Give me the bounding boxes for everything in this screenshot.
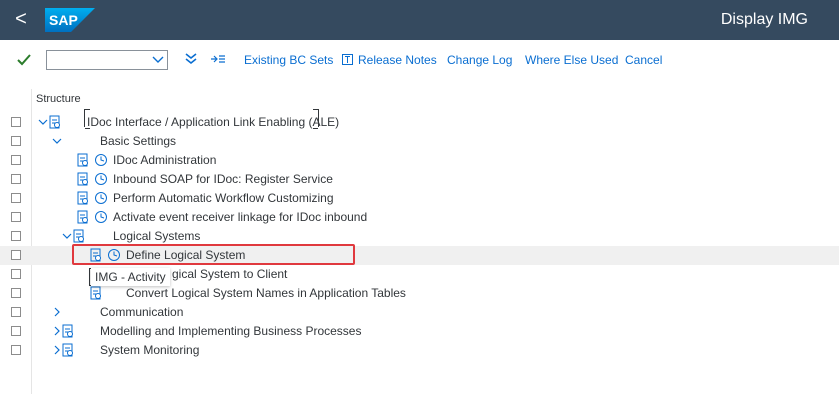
chevron-down-icon[interactable] bbox=[38, 117, 48, 127]
tree-header: Structure bbox=[0, 89, 839, 109]
row-checkbox[interactable] bbox=[11, 155, 21, 165]
release-notes-button[interactable]: Release Notes bbox=[342, 53, 437, 67]
tree-row-label: Inbound SOAP for IDoc: Register Service bbox=[113, 172, 333, 186]
tree-row-label: Basic Settings bbox=[100, 134, 177, 148]
documentation-icon[interactable] bbox=[72, 229, 86, 243]
double-chevron-down-icon[interactable] bbox=[184, 52, 198, 66]
row-checkbox[interactable] bbox=[11, 269, 21, 279]
tree-row[interactable]: Modelling and Implementing Business Proc… bbox=[0, 322, 839, 341]
tree-row[interactable]: IDoc Administration bbox=[0, 151, 839, 170]
row-checkbox[interactable] bbox=[11, 288, 21, 298]
tree-row[interactable]: Convert Logical System Names in Applicat… bbox=[0, 284, 839, 303]
tree-row[interactable]: Activate event receiver linkage for IDoc… bbox=[0, 208, 839, 227]
execute-activity-icon[interactable] bbox=[94, 210, 108, 224]
execute-activity-icon[interactable] bbox=[94, 191, 108, 205]
tree-row-label: Communication bbox=[100, 305, 184, 319]
back-button[interactable]: < bbox=[11, 8, 31, 30]
tree-row-label: Convert Logical System Names in Applicat… bbox=[126, 286, 406, 300]
row-checkbox[interactable] bbox=[11, 174, 21, 184]
tree-row[interactable]: Perform Automatic Workflow Customizing bbox=[0, 189, 839, 208]
tree-row-label: Perform Automatic Workflow Customizing bbox=[113, 191, 334, 205]
tree-row-label: gical System to Client bbox=[172, 267, 288, 281]
tree-row-selected[interactable]: Define Logical System bbox=[0, 246, 839, 265]
chevron-down-icon[interactable] bbox=[52, 136, 62, 146]
chevron-down-icon[interactable] bbox=[62, 231, 72, 241]
documentation-icon[interactable] bbox=[61, 324, 75, 338]
execute-activity-icon[interactable] bbox=[94, 153, 108, 167]
chevron-right-icon[interactable] bbox=[52, 307, 62, 317]
documentation-icon[interactable] bbox=[48, 115, 62, 129]
tree-row-label: Logical Systems bbox=[113, 229, 201, 243]
shell-header: < SAP Display IMG bbox=[0, 0, 839, 40]
documentation-icon[interactable] bbox=[89, 286, 103, 300]
change-log-button[interactable]: Change Log bbox=[447, 53, 512, 67]
execute-activity-icon[interactable] bbox=[94, 172, 108, 186]
row-checkbox[interactable] bbox=[11, 307, 21, 317]
page-title: Display IMG bbox=[720, 11, 808, 28]
tree-row-label: Modelling and Implementing Business Proc… bbox=[100, 324, 362, 338]
row-checkbox[interactable] bbox=[11, 345, 21, 355]
svg-text:SAP: SAP bbox=[49, 12, 78, 28]
row-checkbox[interactable] bbox=[11, 212, 21, 222]
row-checkbox[interactable] bbox=[11, 193, 21, 203]
tooltip: IMG - Activity bbox=[91, 268, 170, 286]
row-checkbox[interactable] bbox=[11, 250, 21, 260]
tree-row[interactable]: Inbound SOAP for IDoc: Register Service bbox=[0, 170, 839, 189]
documentation-icon[interactable] bbox=[76, 191, 90, 205]
structure-tree: Structure IDoc Interface / Application L… bbox=[0, 89, 839, 394]
row-checkbox[interactable] bbox=[11, 231, 21, 241]
documentation-icon[interactable] bbox=[76, 172, 90, 186]
documentation-icon[interactable] bbox=[61, 343, 75, 357]
chevron-down-icon[interactable] bbox=[151, 54, 165, 66]
tree-row-label: Define Logical System bbox=[126, 248, 246, 262]
execute-activity-icon[interactable] bbox=[107, 248, 121, 262]
row-checkbox[interactable] bbox=[11, 136, 21, 146]
sap-logo: SAP bbox=[45, 8, 95, 32]
documentation-icon[interactable] bbox=[89, 248, 103, 262]
existing-bc-sets-button[interactable]: Existing BC Sets bbox=[244, 53, 333, 67]
focus-frame bbox=[84, 109, 319, 129]
expand-list-icon[interactable] bbox=[210, 53, 226, 65]
row-checkbox[interactable] bbox=[11, 117, 21, 127]
where-else-used-button[interactable]: Where Else Used bbox=[525, 53, 618, 67]
info-icon bbox=[342, 54, 353, 65]
tree-row[interactable]: System Monitoring bbox=[0, 341, 839, 360]
tree-row[interactable]: Communication bbox=[0, 303, 839, 322]
tree-row[interactable]: Basic Settings bbox=[0, 132, 839, 151]
toolbar: Existing BC Sets Release Notes Change Lo… bbox=[0, 40, 839, 82]
command-input[interactable] bbox=[47, 51, 155, 69]
tree-row[interactable]: Logical Systems bbox=[0, 227, 839, 246]
row-checkbox[interactable] bbox=[11, 326, 21, 336]
release-notes-label: Release Notes bbox=[358, 53, 437, 67]
tree-row-label: System Monitoring bbox=[100, 343, 200, 357]
checkmark-icon[interactable] bbox=[17, 53, 31, 67]
documentation-icon[interactable] bbox=[76, 210, 90, 224]
command-field[interactable] bbox=[46, 50, 168, 70]
tree-row-label: Activate event receiver linkage for IDoc… bbox=[113, 210, 368, 224]
tree-row-label: IDoc Administration bbox=[113, 153, 217, 167]
documentation-icon[interactable] bbox=[76, 153, 90, 167]
structure-column-header: Structure bbox=[36, 93, 81, 105]
cancel-button[interactable]: Cancel bbox=[625, 53, 662, 67]
